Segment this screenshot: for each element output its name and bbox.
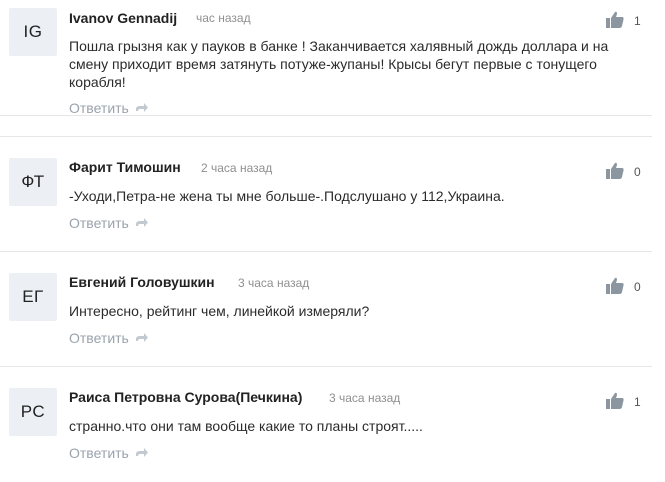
reply-arrow-icon: [135, 333, 148, 342]
comment-item: РС Раиса Петровна Сурова(Печкина) 3 часа…: [0, 367, 652, 482]
thumbs-up-icon: [606, 277, 624, 294]
reply-button[interactable]: Ответить: [69, 215, 149, 231]
reply-arrow-icon: [135, 448, 148, 457]
comment-text: -Уходи,Петра-не жена ты мне больше-.Подс…: [69, 188, 505, 204]
reply-button[interactable]: Ответить: [69, 445, 149, 461]
like-button[interactable]: [606, 162, 624, 179]
comment-item: ФТ Фарит Тимошин 2 часа назад -Уходи,Пет…: [0, 137, 652, 252]
comment-time: 2 часа назад: [201, 161, 273, 175]
reply-label: Ответить: [69, 215, 129, 231]
like-count: 1: [634, 395, 641, 409]
comment-author[interactable]: Евгений Головушкин: [69, 274, 215, 290]
reply-button[interactable]: Ответить: [69, 330, 149, 346]
reply-arrow-icon: [135, 218, 148, 227]
comment-author[interactable]: Фарит Тимошин: [69, 159, 181, 175]
like-button[interactable]: [606, 277, 624, 294]
like-button[interactable]: [606, 392, 624, 409]
comment-item: [0, 0, 652, 116]
like-count: 0: [634, 165, 641, 179]
comment-time: 3 часа назад: [329, 391, 401, 405]
avatar[interactable]: РС: [9, 388, 57, 436]
thumbs-up-icon: [606, 392, 624, 409]
reply-label: Ответить: [69, 330, 129, 346]
reply-label: Ответить: [69, 445, 129, 461]
comment-item: ЕГ Евгений Головушкин 3 часа назад Интер…: [0, 252, 652, 367]
comment-text: странно.что они там вообще какие то план…: [69, 418, 423, 434]
avatar[interactable]: ЕГ: [9, 273, 57, 321]
comment-author[interactable]: Раиса Петровна Сурова(Печкина): [69, 389, 302, 405]
avatar[interactable]: ФТ: [9, 158, 57, 206]
comment-text: Интересно, рейтинг чем, линейкой измерял…: [69, 303, 370, 319]
comment-time: 3 часа назад: [238, 276, 310, 290]
thumbs-up-icon: [606, 162, 624, 179]
like-count: 0: [634, 280, 641, 294]
